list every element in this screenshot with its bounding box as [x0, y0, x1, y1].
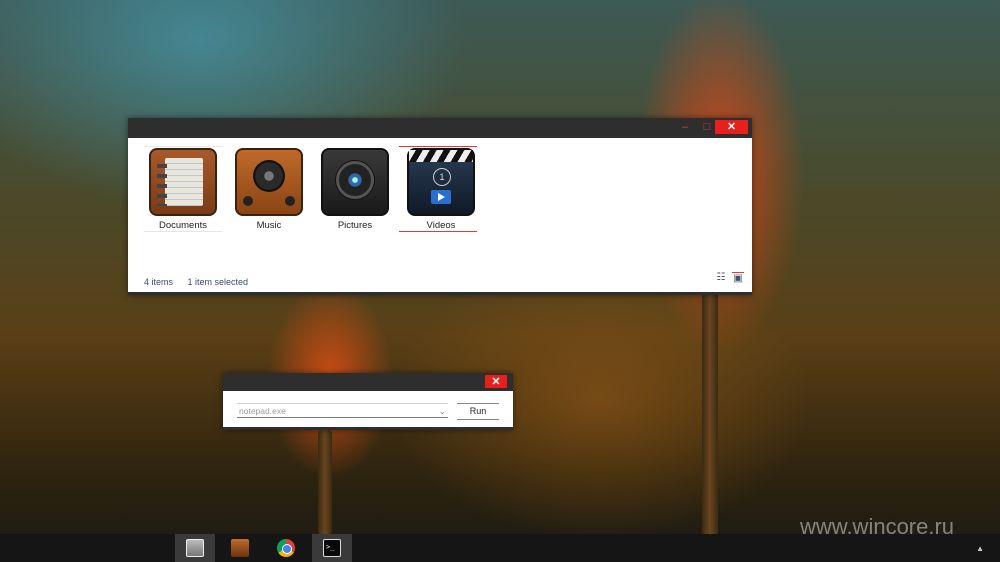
file-explorer-window: – □ ✕ Documents Music Pictures 1 Videos …: [128, 118, 752, 295]
close-button[interactable]: ✕: [715, 120, 748, 134]
clapperboard-icon: 1: [407, 148, 475, 216]
library-item-videos[interactable]: 1 Videos: [399, 146, 480, 232]
file-explorer-icon: [186, 539, 204, 557]
taskbar-item-chrome[interactable]: [266, 534, 306, 562]
flower-stem: [318, 430, 332, 535]
run-close-button[interactable]: ✕: [485, 375, 507, 388]
explorer-titlebar[interactable]: – □ ✕: [128, 118, 752, 138]
view-switcher: ☷ ▣: [715, 272, 744, 285]
library-item-pictures[interactable]: Pictures: [316, 148, 394, 231]
window-bottom-edge: [223, 427, 513, 430]
notebook-icon: [149, 148, 217, 216]
speaker-icon: [235, 148, 303, 216]
tiles-view-icon[interactable]: ▣: [732, 272, 744, 285]
window-bottom-edge: [128, 292, 752, 295]
library-item-music[interactable]: Music: [230, 148, 308, 231]
minimize-button[interactable]: –: [676, 120, 694, 134]
library-item-documents[interactable]: Documents: [144, 146, 222, 232]
selection-count: 1 item selected: [187, 277, 249, 287]
flower-stem: [702, 290, 718, 540]
library-item-label: Videos: [426, 220, 456, 231]
run-dialog: ✕ notepad.exe ⌄ Run: [223, 373, 513, 430]
library-item-label: Pictures: [337, 220, 373, 231]
run-button[interactable]: Run: [457, 403, 499, 420]
details-view-icon[interactable]: ☷: [715, 272, 727, 284]
taskbar-item-music[interactable]: [220, 534, 260, 562]
music-player-icon: [231, 539, 249, 557]
chrome-icon: [277, 539, 295, 557]
item-count: 4 items: [144, 277, 174, 287]
maximize-button[interactable]: □: [698, 120, 716, 134]
taskbar-item-explorer[interactable]: [175, 534, 215, 562]
run-titlebar[interactable]: ✕: [223, 373, 513, 391]
chevron-down-icon[interactable]: ⌄: [438, 404, 446, 419]
library-item-label: Music: [256, 220, 282, 231]
command-prompt-icon: >_: [323, 539, 341, 557]
tray-expand-icon[interactable]: ▲: [976, 544, 984, 553]
library-items: Documents Music Pictures 1 Videos: [144, 146, 488, 232]
status-bar: 4 items 1 item selected: [144, 277, 260, 287]
run-command-input[interactable]: notepad.exe ⌄: [237, 403, 448, 418]
library-item-label: Documents: [158, 220, 208, 231]
taskbar-item-cmd[interactable]: >_: [312, 534, 352, 562]
camera-lens-icon: [321, 148, 389, 216]
watermark: www.wincore.ru: [800, 514, 955, 539]
run-input-value: notepad.exe: [239, 406, 286, 416]
